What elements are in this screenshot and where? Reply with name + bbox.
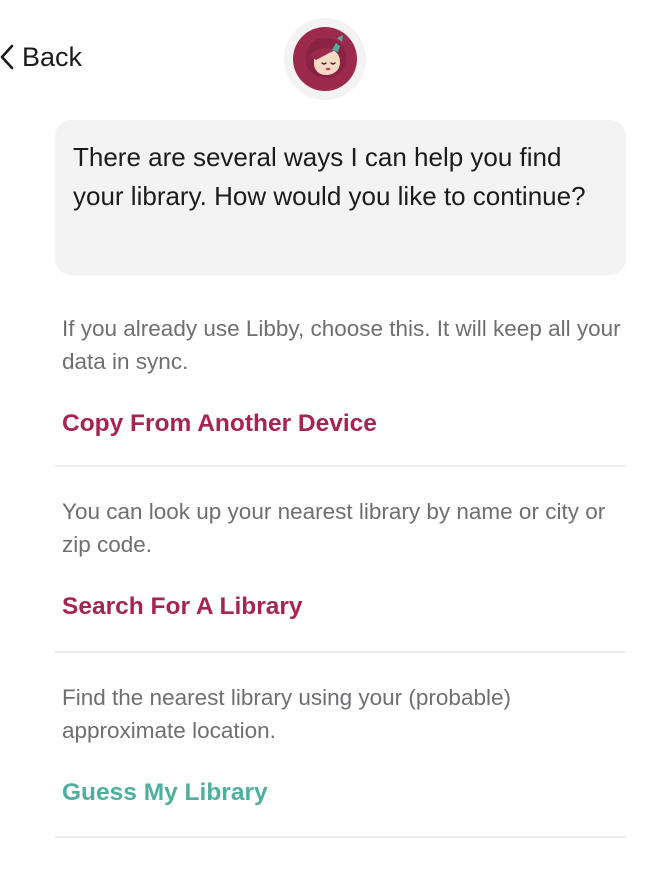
option-description: Find the nearest library using your (pro… [62,685,511,743]
divider [55,465,626,467]
option-description: You can look up your nearest library by … [62,499,606,557]
back-label: Back [22,41,83,72]
copy-from-another-device-button[interactable]: Copy From Another Device [62,410,377,438]
option-copy-from-device: If you already use Libby, choose this. I… [62,312,626,438]
guess-my-library-button[interactable]: Guess My Library [62,779,268,807]
option-description: If you already use Libby, choose this. I… [62,316,621,374]
assistant-message-bubble: There are several ways I can help you fi… [55,120,626,275]
divider [55,651,626,653]
libby-mascot-icon [284,18,366,100]
chevron-left-icon [0,42,20,72]
option-guess-library: Find the nearest library using your (pro… [62,681,626,807]
search-for-a-library-button[interactable]: Search For A Library [62,593,303,621]
option-search-library: You can look up your nearest library by … [62,495,626,621]
assistant-message-text: There are several ways I can help you fi… [73,142,586,211]
divider [55,836,626,838]
back-button[interactable]: Back [0,40,82,74]
